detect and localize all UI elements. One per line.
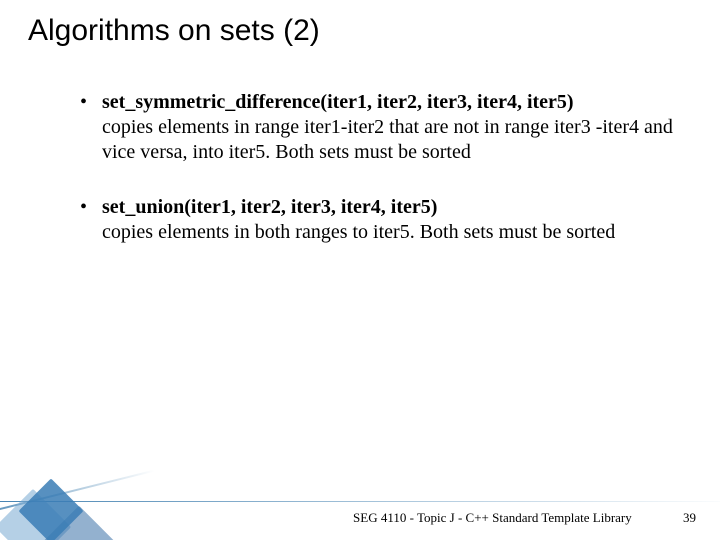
bullet-item: set_symmetric_difference(iter1, iter2, i… [80,90,680,165]
slide-title: Algorithms on sets (2) [28,14,320,48]
bullet-description: copies elements in both ranges to iter5.… [102,221,615,243]
slide: Algorithms on sets (2) set_symmetric_dif… [0,0,720,540]
bullet-signature: set_union(iter1, iter2, iter3, iter4, it… [102,196,437,218]
footer-text: SEG 4110 - Topic J - C++ Standard Templa… [353,510,632,525]
bullet-item: set_union(iter1, iter2, iter3, iter4, it… [80,195,680,245]
page-number: 39 [683,510,696,525]
corner-decoration [0,420,160,540]
slide-footer: SEG 4110 - Topic J - C++ Standard Templa… [353,510,696,526]
bullet-signature: set_symmetric_difference(iter1, iter2, i… [102,91,574,113]
bullet-description: copies elements in range iter1-iter2 tha… [102,116,673,163]
slide-body: set_symmetric_difference(iter1, iter2, i… [80,90,680,275]
